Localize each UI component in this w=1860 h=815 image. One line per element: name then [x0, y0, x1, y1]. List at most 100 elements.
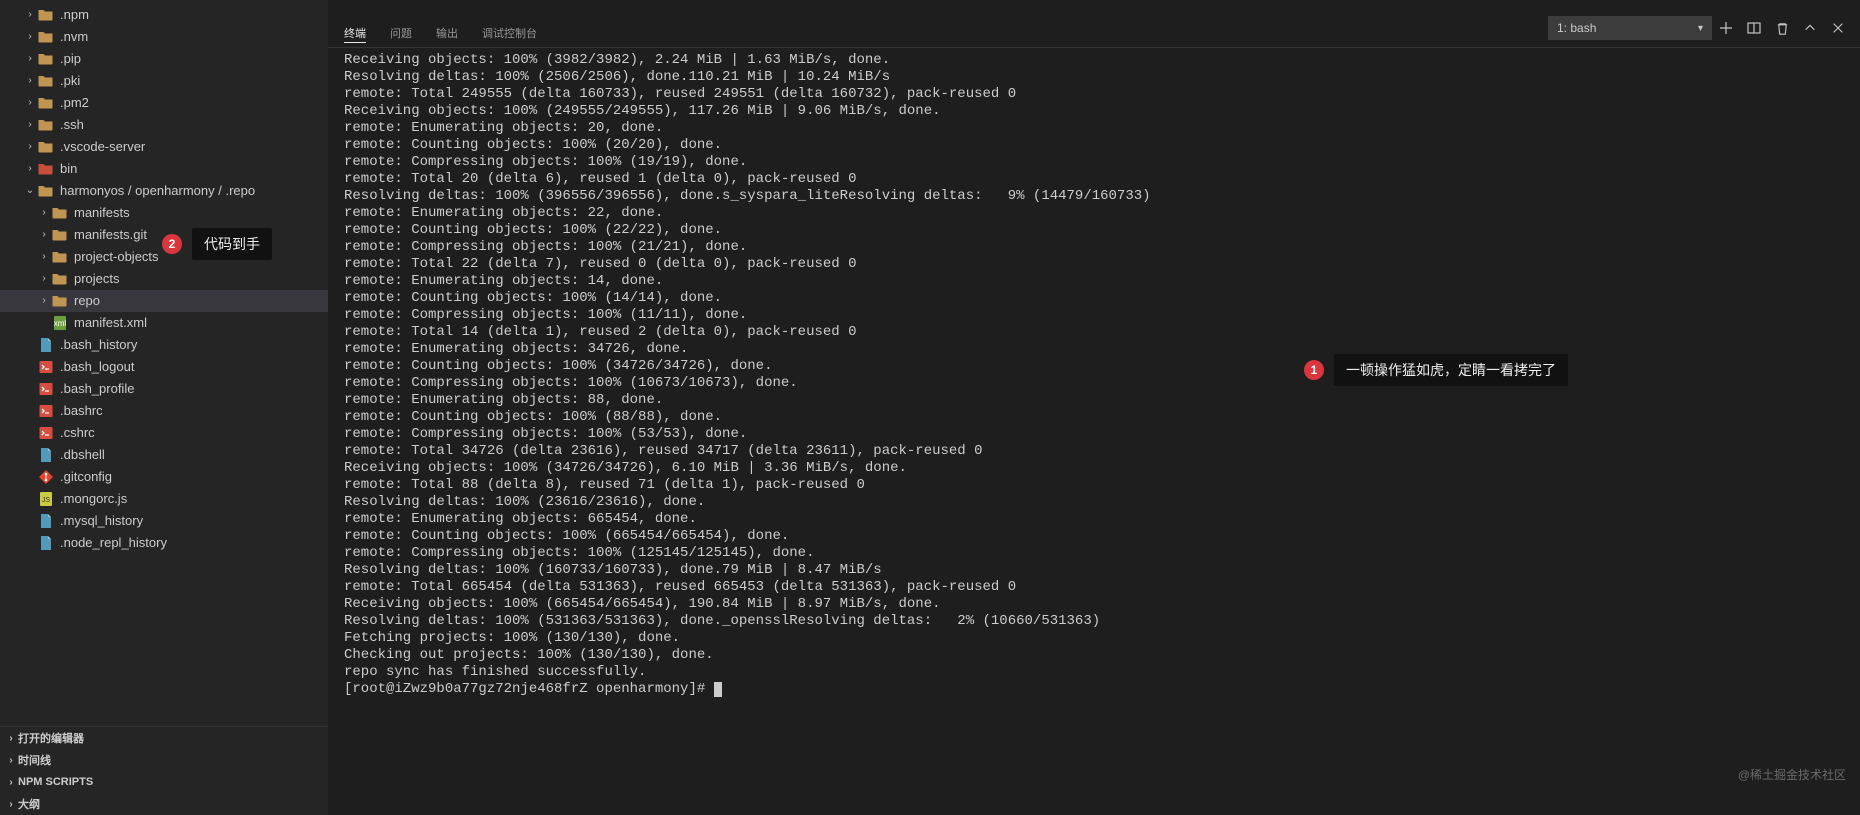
tree-folder[interactable]: ›.pip: [0, 48, 328, 70]
terminal-line: remote: Compressing objects: 100% (21/21…: [344, 239, 1844, 256]
chevron-right-icon: ›: [4, 755, 18, 766]
annotation-1: 1 一顿操作猛如虎，定睛一看拷完了: [1304, 354, 1568, 386]
tree-folder[interactable]: › .pki: [0, 70, 328, 92]
tree-item-label: manifests.git: [74, 224, 147, 246]
chevron-right-icon: ›: [4, 777, 18, 788]
sidebar-section-header[interactable]: ›打开的编辑器: [0, 727, 328, 749]
tree-file[interactable]: .bash_logout: [0, 356, 328, 378]
tree-file[interactable]: JS.mongorc.js: [0, 488, 328, 510]
tree-file[interactable]: .dbshell: [0, 444, 328, 466]
terminal-line: remote: Compressing objects: 100% (19/19…: [344, 154, 1844, 171]
git-icon: [38, 469, 54, 485]
chevron-right-icon[interactable]: ›: [36, 246, 52, 268]
annotation-badge: 1: [1304, 360, 1324, 380]
tree-file[interactable]: .bash_profile: [0, 378, 328, 400]
tree-item-label: projects: [74, 268, 120, 290]
terminal-cursor: [714, 682, 722, 697]
tree-folder[interactable]: ›bin: [0, 158, 328, 180]
tree-file[interactable]: .cshrc: [0, 422, 328, 444]
panel-tab[interactable]: 问题: [390, 25, 412, 42]
tree-folder[interactable]: › .pm2: [0, 92, 328, 114]
chevron-right-icon[interactable]: ›: [22, 92, 38, 114]
tree-folder[interactable]: › .nvm: [0, 26, 328, 48]
file-icon: [38, 447, 54, 463]
tree-item-label: .node_repl_history: [60, 532, 167, 554]
tree-item-label: .mysql_history: [60, 510, 143, 532]
terminal-line: remote: Enumerating objects: 34726, done…: [344, 341, 1844, 358]
terminal-line: remote: Enumerating objects: 665454, don…: [344, 511, 1844, 528]
terminal-prompt: [root@iZwz9b0a77gz72nje468frZ openharmon…: [344, 681, 714, 697]
tree-folder[interactable]: ⌄ harmonyos / openharmony / .repo: [0, 180, 328, 202]
chevron-right-icon: ›: [4, 733, 18, 744]
sidebar-section-label: 时间线: [18, 752, 51, 768]
tree-file[interactable]: .mysql_history: [0, 510, 328, 532]
shell-icon: [38, 425, 54, 441]
folder-icon: [38, 95, 54, 111]
chevron-right-icon[interactable]: ›: [22, 158, 38, 180]
sidebar-section-label: 打开的编辑器: [18, 730, 84, 746]
terminal-prompt-line[interactable]: [root@iZwz9b0a77gz72nje468frZ openharmon…: [344, 681, 1844, 698]
tree-item-label: .pm2: [60, 92, 89, 114]
panel-tab[interactable]: 输出: [436, 25, 458, 42]
terminal-line: remote: Enumerating objects: 22, done.: [344, 205, 1844, 222]
folder-red-icon: [38, 161, 54, 177]
sidebar-section-header[interactable]: ›大纲: [0, 793, 328, 815]
sidebar-section-label: NPM SCRIPTS: [18, 776, 93, 788]
tree-item-label: harmonyos / openharmony / .repo: [60, 180, 255, 202]
new-terminal-button[interactable]: [1712, 14, 1740, 42]
chevron-right-icon: ›: [4, 799, 18, 810]
chevron-right-icon[interactable]: ›: [22, 48, 38, 70]
chevron-right-icon[interactable]: ›: [22, 26, 38, 48]
tree-folder[interactable]: › projects: [0, 268, 328, 290]
terminal-selector[interactable]: 1: bash ▾: [1548, 16, 1712, 40]
tree-folder[interactable]: › .ssh: [0, 114, 328, 136]
tree-item-label: .pki: [60, 70, 80, 92]
tree-folder[interactable]: ›repo: [0, 290, 328, 312]
file-icon: [38, 513, 54, 529]
chevron-right-icon[interactable]: ›: [36, 202, 52, 224]
tree-file[interactable]: .gitconfig: [0, 466, 328, 488]
chevron-right-icon[interactable]: ›: [22, 70, 38, 92]
tree-file[interactable]: xmlmanifest.xml: [0, 312, 328, 334]
tree-file[interactable]: .bashrc: [0, 400, 328, 422]
folder-icon: [38, 117, 54, 133]
maximize-panel-button[interactable]: [1796, 14, 1824, 42]
terminal-line: Checking out projects: 100% (130/130), d…: [344, 647, 1844, 664]
explorer-sidebar: ›.npm›.nvm›.pip›.pki›.pm2›.ssh›.vscode-s…: [0, 0, 328, 815]
tree-file[interactable]: .bash_history: [0, 334, 328, 356]
file-icon: [38, 337, 54, 353]
terminal-line: remote: Compressing objects: 100% (10673…: [344, 375, 1844, 392]
split-terminal-button[interactable]: [1740, 14, 1768, 42]
terminal-line: Receiving objects: 100% (249555/249555),…: [344, 103, 1844, 120]
tree-folder[interactable]: ›.npm: [0, 4, 328, 26]
kill-terminal-button[interactable]: [1768, 14, 1796, 42]
chevron-right-icon[interactable]: ›: [36, 224, 52, 246]
folder-icon: [38, 183, 54, 199]
tree-item-label: .nvm: [60, 26, 88, 48]
terminal-line: remote: Counting objects: 100% (88/88), …: [344, 409, 1844, 426]
terminal-panel: 终端问题输出调试控制台 1: bash ▾ Receiving objects: [328, 0, 1860, 815]
chevron-right-icon[interactable]: ›: [22, 136, 38, 158]
tree-file[interactable]: .node_repl_history: [0, 532, 328, 554]
close-panel-button[interactable]: [1824, 14, 1852, 42]
panel-tab[interactable]: 终端: [344, 25, 366, 43]
terminal-output[interactable]: Receiving objects: 100% (3982/3982), 2.2…: [328, 48, 1860, 815]
tree-folder[interactable]: ›manifests: [0, 202, 328, 224]
chevron-right-icon[interactable]: ›: [36, 290, 52, 312]
terminal-line: remote: Total 22 (delta 7), reused 0 (de…: [344, 256, 1844, 273]
terminal-line: remote: Total 20 (delta 6), reused 1 (de…: [344, 171, 1844, 188]
terminal-line: remote: Counting objects: 100% (20/20), …: [344, 137, 1844, 154]
folder-icon: [52, 293, 68, 309]
tree-item-label: .ssh: [60, 114, 84, 136]
tree-folder[interactable]: ›.vscode-server: [0, 136, 328, 158]
chevron-right-icon[interactable]: ›: [22, 4, 38, 26]
chevron-right-icon[interactable]: ›: [36, 268, 52, 290]
tree-item-label: .cshrc: [60, 422, 95, 444]
chevron-right-icon[interactable]: ›: [22, 114, 38, 136]
sidebar-section-header[interactable]: ›NPM SCRIPTS: [0, 771, 328, 793]
terminal-line: remote: Total 665454 (delta 531363), reu…: [344, 579, 1844, 596]
chevron-down-icon[interactable]: ⌄: [22, 180, 38, 202]
panel-tab[interactable]: 调试控制台: [482, 25, 537, 42]
sidebar-section-header[interactable]: ›时间线: [0, 749, 328, 771]
file-icon: [38, 535, 54, 551]
